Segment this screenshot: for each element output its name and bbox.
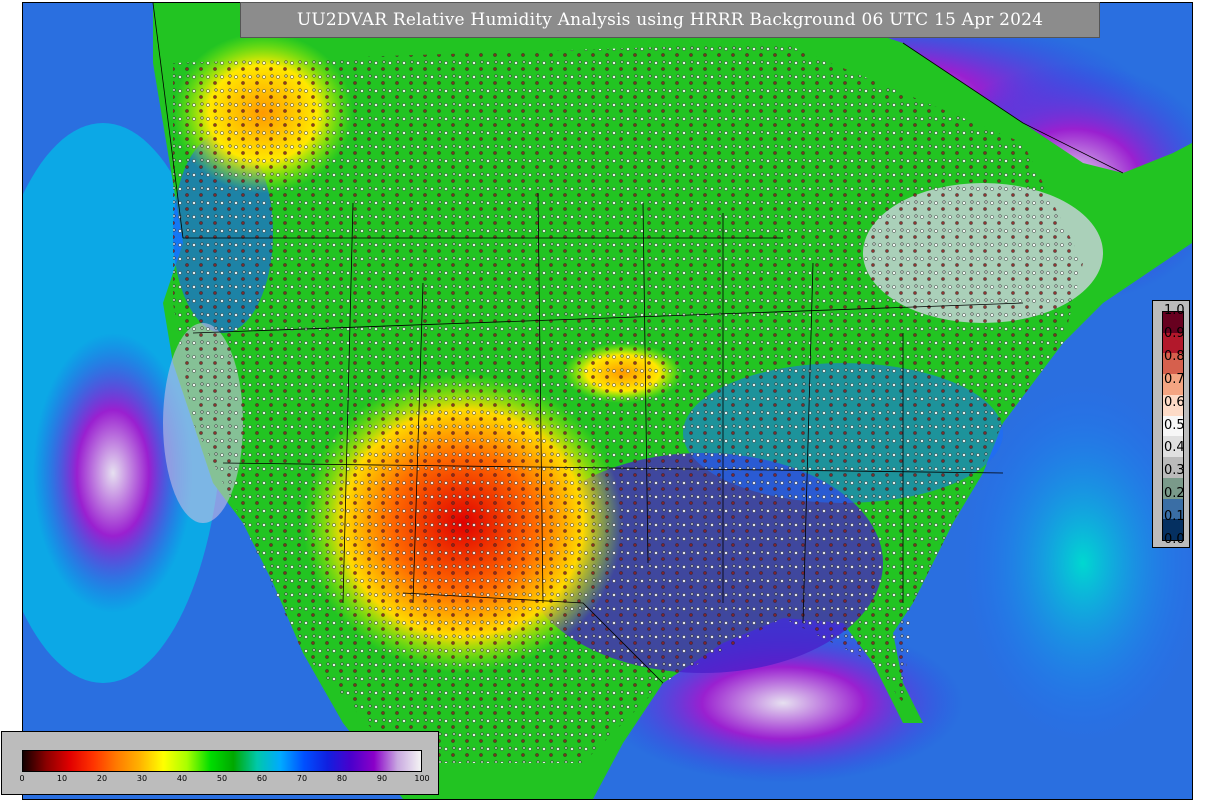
title-box: UU2DVAR Relative Humidity Analysis using…	[240, 2, 1100, 38]
rh-colorbar-tick-label: 40	[176, 774, 188, 783]
observation-colorbar-tick-label: 0.3	[1164, 463, 1185, 479]
observation-colorbar-tick-label: 0.4	[1164, 440, 1185, 456]
rh-colorbar-tick-label: 10	[56, 774, 68, 783]
rh-colorbar-tick-label: 30	[136, 774, 148, 783]
rh-colorbar-tick-label: 100	[414, 774, 430, 783]
map-frame	[22, 2, 1193, 800]
rh-colorbar-tick-label: 90	[376, 774, 388, 783]
observation-colorbar-tick-label: 0.1	[1164, 509, 1185, 525]
observation-colorbar-tick-label: 0.0	[1164, 532, 1185, 547]
rh-colorbar-tick-label: 0	[19, 774, 25, 783]
observation-colorbar-tick-label: 1.0	[1164, 303, 1185, 318]
rh-colorbar-gradient	[22, 750, 422, 772]
observation-colorbar-tick-label: 0.2	[1164, 486, 1185, 502]
rh-colorbar-ticks: 0 10 20 30 40 50 60 70 80 90 100	[19, 774, 429, 788]
rh-colorbar: 0 10 20 30 40 50 60 70 80 90 100	[1, 731, 439, 795]
observation-colorbar-tick-label: 0.7	[1164, 371, 1185, 387]
rh-colorbar-tick-label: 80	[336, 774, 348, 783]
observation-colorbar-tick-label: 0.6	[1164, 394, 1185, 410]
rh-analysis-map	[23, 3, 1192, 799]
rh-colorbar-tick-label: 20	[96, 774, 108, 783]
observation-colorbar-tick-label: 0.9	[1164, 325, 1185, 341]
rh-colorbar-tick-label: 50	[216, 774, 228, 783]
rh-colorbar-tick-label: 60	[256, 774, 268, 783]
map-title: UU2DVAR Relative Humidity Analysis using…	[296, 10, 1044, 30]
observation-colorbar-tick-label: 0.8	[1164, 348, 1185, 364]
observation-colorbar-tick-label: 0.5	[1164, 417, 1185, 433]
rh-colorbar-tick-label: 70	[296, 774, 308, 783]
